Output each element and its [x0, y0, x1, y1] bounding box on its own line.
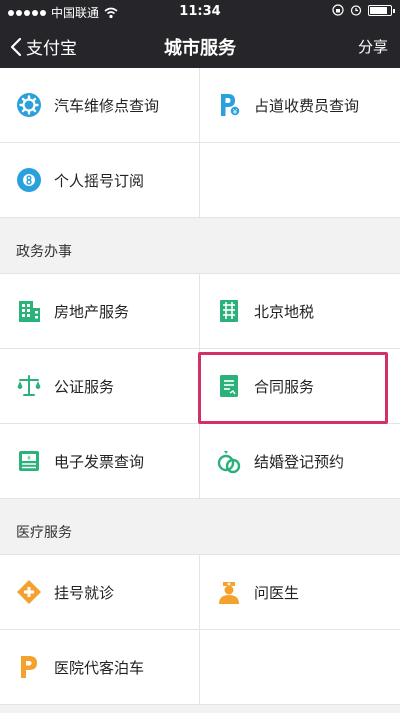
- service-label: 房地产服务: [54, 302, 130, 321]
- lottery-ball-icon: [16, 167, 42, 193]
- battery-icon: [368, 4, 395, 16]
- section-government-grid: 房地产服务 北京地税 公证服务 合同服务 ¥ 电子发票查询 结婚登记预约: [0, 274, 400, 499]
- service-contract[interactable]: 合同服务: [200, 349, 400, 424]
- building-icon: [16, 298, 42, 324]
- parking-icon: ¥: [216, 92, 242, 118]
- service-ask-doctor[interactable]: 问医生: [200, 555, 400, 630]
- service-real-estate[interactable]: 房地产服务: [0, 274, 200, 349]
- service-car-repair[interactable]: 汽车维修点查询: [0, 68, 200, 143]
- service-label: 汽车维修点查询: [54, 96, 160, 115]
- service-label: 电子发票查询: [54, 452, 145, 471]
- rotation-lock-icon: [332, 4, 344, 16]
- share-button[interactable]: 分享: [358, 36, 388, 57]
- medical-cross-icon: [16, 579, 42, 605]
- service-registration[interactable]: 挂号就诊: [0, 555, 200, 630]
- svg-text:¥: ¥: [27, 455, 31, 462]
- wedding-rings-icon: [216, 448, 242, 474]
- service-label: 公证服务: [54, 377, 115, 396]
- service-parking-attendant[interactable]: ¥ 占道收费员查询: [200, 68, 400, 143]
- page-title: 城市服务: [164, 38, 236, 59]
- service-valet-parking[interactable]: 医院代客泊车: [0, 630, 200, 705]
- empty-cell: [200, 143, 400, 218]
- section-top-grid: 汽车维修点查询 ¥ 占道收费员查询 个人摇号订阅: [0, 68, 400, 218]
- section-header-medical: 医疗服务: [0, 499, 400, 555]
- nav-bar: 支付宝 城市服务 分享: [0, 24, 400, 68]
- section-header-government: 政务办事: [0, 218, 400, 274]
- service-label: 合同服务: [254, 377, 315, 396]
- service-e-invoice[interactable]: ¥ 电子发票查询: [0, 424, 200, 499]
- gear-icon: [16, 92, 42, 118]
- invoice-icon: ¥: [16, 448, 42, 474]
- svg-text:¥: ¥: [233, 108, 238, 116]
- service-label: 医院代客泊车: [54, 658, 145, 677]
- content: 汽车维修点查询 ¥ 占道收费员查询 个人摇号订阅 政务办事 房地产服务 北京地税…: [0, 68, 400, 705]
- service-label: 个人摇号订阅: [54, 171, 145, 190]
- service-label: 问医生: [254, 583, 300, 602]
- service-lottery-subscribe[interactable]: 个人摇号订阅: [0, 143, 200, 218]
- contract-icon: [216, 373, 242, 399]
- service-label: 挂号就诊: [54, 583, 115, 602]
- section-medical-grid: 挂号就诊 问医生 医院代客泊车: [0, 555, 400, 705]
- status-right: [332, 4, 395, 16]
- tax-bureau-icon: [216, 298, 242, 324]
- parking-letter-icon: [16, 654, 42, 680]
- service-notary[interactable]: 公证服务: [0, 349, 200, 424]
- service-label: 占道收费员查询: [254, 96, 360, 115]
- service-label: 北京地税: [254, 302, 315, 321]
- doctor-icon: [216, 579, 242, 605]
- empty-cell: [200, 630, 400, 705]
- service-marriage-registration[interactable]: 结婚登记预约: [200, 424, 400, 499]
- service-label: 结婚登记预约: [254, 452, 345, 471]
- status-bar: 中国联通 11:34: [0, 0, 400, 24]
- scales-icon: [16, 373, 42, 399]
- alarm-icon: [350, 5, 362, 16]
- service-beijing-tax[interactable]: 北京地税: [200, 274, 400, 349]
